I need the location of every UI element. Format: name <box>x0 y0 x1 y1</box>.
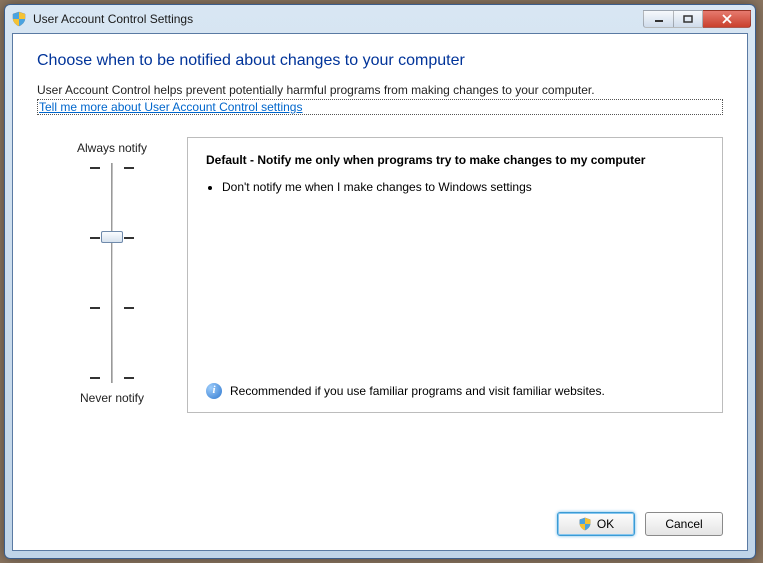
titlebar[interactable]: User Account Control Settings <box>5 5 755 33</box>
slider-label-bottom: Never notify <box>80 391 144 405</box>
slider-thumb[interactable] <box>101 231 123 243</box>
minimize-button[interactable] <box>643 10 673 28</box>
help-link[interactable]: Tell me more about User Account Control … <box>37 99 723 115</box>
cancel-button[interactable]: Cancel <box>645 512 723 536</box>
maximize-button[interactable] <box>673 10 703 28</box>
uac-settings-window: User Account Control Settings Choose whe… <box>4 4 756 559</box>
description-list: Don't notify me when I make changes to W… <box>222 179 706 202</box>
body-area: Always notify Never notify Default - Not… <box>37 137 723 413</box>
recommendation-text: Recommended if you use familiar programs… <box>230 383 605 400</box>
intro-text: User Account Control helps prevent poten… <box>37 82 723 99</box>
description-bullet: Don't notify me when I make changes to W… <box>222 179 706 196</box>
cancel-button-label: Cancel <box>665 517 702 531</box>
uac-shield-icon <box>578 517 592 531</box>
slider-track[interactable] <box>82 163 142 383</box>
slider-tick <box>90 167 134 168</box>
client-area: Choose when to be notified about changes… <box>12 33 748 551</box>
window-title: User Account Control Settings <box>33 12 643 26</box>
window-controls <box>643 10 751 28</box>
close-button[interactable] <box>703 10 751 28</box>
description-title: Default - Notify me only when programs t… <box>206 152 706 169</box>
slider-label-top: Always notify <box>77 141 147 155</box>
recommendation-row: i Recommended if you use familiar progra… <box>206 383 706 400</box>
description-panel: Default - Notify me only when programs t… <box>187 137 723 413</box>
page-heading: Choose when to be notified about changes… <box>37 52 723 70</box>
button-row: OK Cancel <box>37 494 723 536</box>
slider-tick <box>90 307 134 308</box>
notification-slider: Always notify Never notify <box>37 137 187 413</box>
slider-track-line <box>111 163 113 383</box>
ok-button[interactable]: OK <box>557 512 635 536</box>
info-icon: i <box>206 383 222 399</box>
slider-tick <box>90 377 134 378</box>
ok-button-label: OK <box>597 517 614 531</box>
uac-shield-icon <box>11 11 27 27</box>
